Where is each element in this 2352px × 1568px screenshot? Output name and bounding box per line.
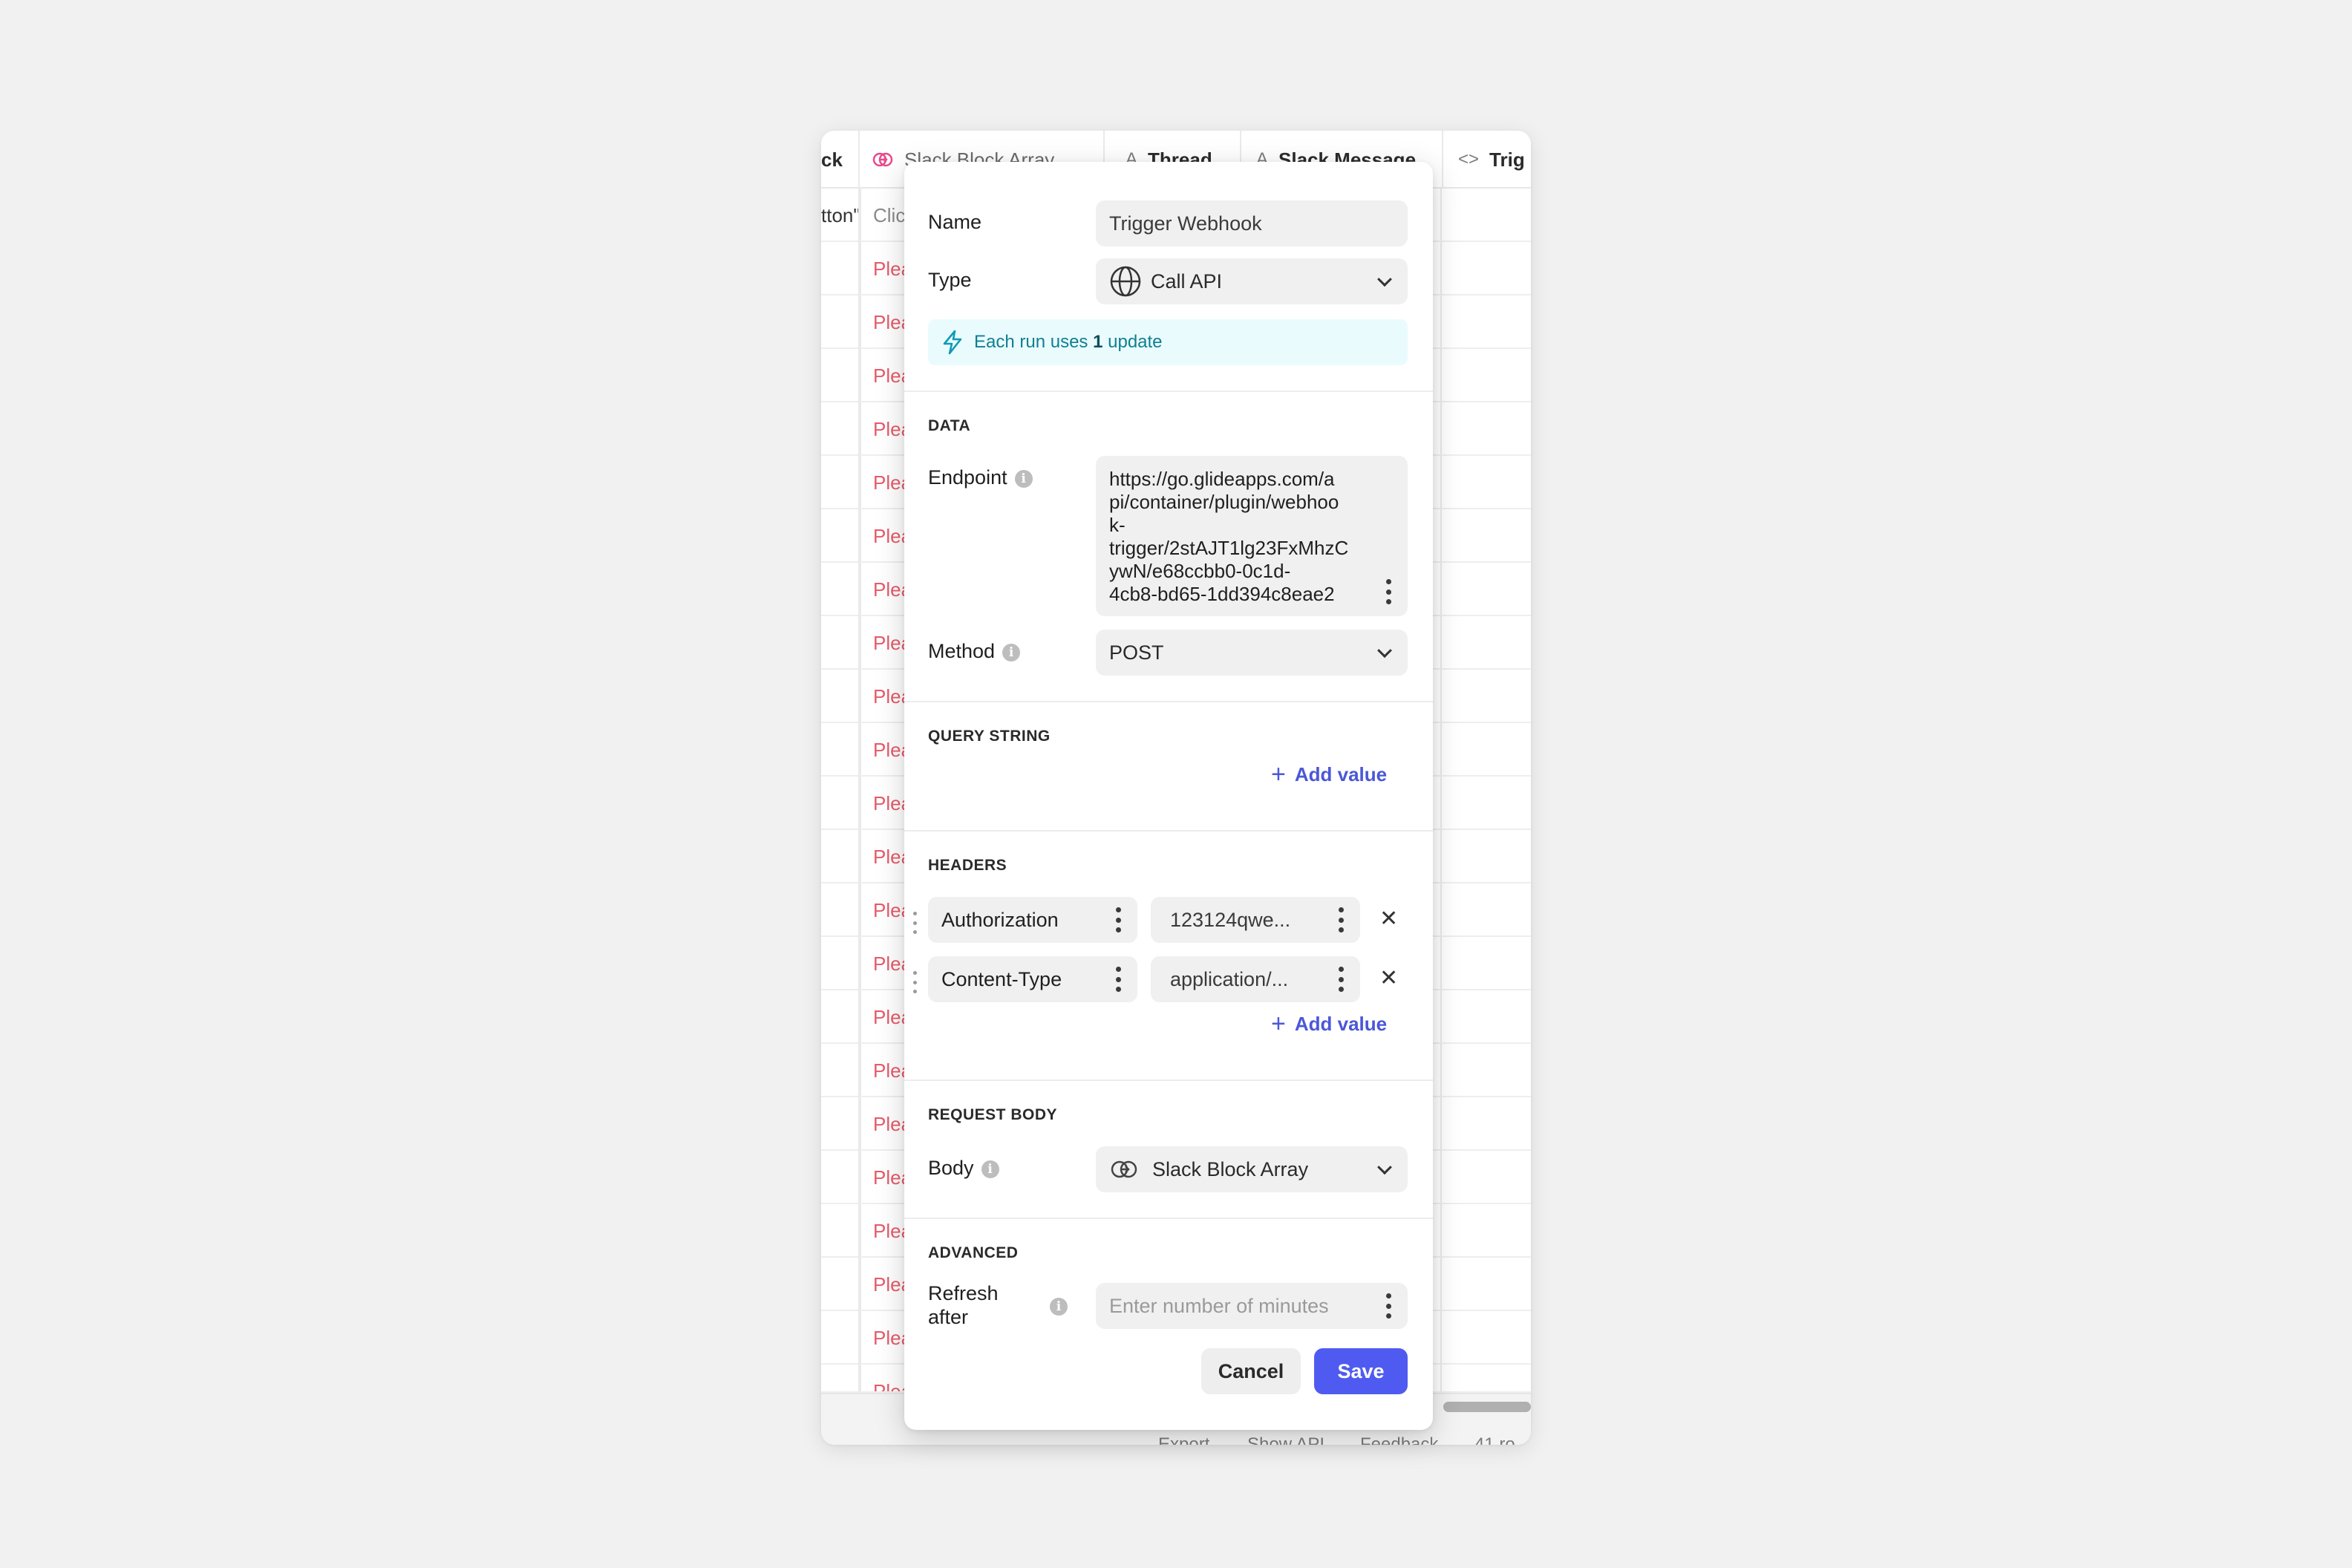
table-cell[interactable] xyxy=(821,456,860,509)
refresh-after-label: Refresh after xyxy=(928,1282,999,1328)
lightning-icon xyxy=(943,330,962,355)
more-options-icon[interactable] xyxy=(1338,967,1344,992)
table-cell[interactable] xyxy=(821,402,860,456)
table-cell[interactable] xyxy=(821,990,860,1044)
body-label: Body i xyxy=(928,1157,999,1180)
table-cell[interactable]: tton" xyxy=(821,189,860,242)
table-cell[interactable] xyxy=(821,1311,860,1365)
show-api-link[interactable]: Show API xyxy=(1247,1428,1324,1445)
header-value-input[interactable]: application/... xyxy=(1151,956,1360,1002)
endpoint-label: Endpoint i xyxy=(928,466,1033,489)
table-cell[interactable] xyxy=(821,1365,860,1391)
table-cell[interactable] xyxy=(821,616,860,670)
info-icon[interactable]: i xyxy=(1002,643,1021,662)
chevron-down-icon xyxy=(1377,1160,1392,1175)
table-cell[interactable] xyxy=(821,349,860,402)
refresh-minutes-input[interactable]: Enter number of minutes xyxy=(1096,1283,1408,1329)
call-api-dialog: Name Trigger Webhook Type Call API Each … xyxy=(904,162,1433,1430)
info-icon[interactable]: i xyxy=(1050,1298,1068,1316)
section-request-body-heading: REQUEST BODY xyxy=(928,1106,1058,1123)
header-key-input[interactable]: Authorization xyxy=(928,897,1137,943)
section-advanced-heading: ADVANCED xyxy=(928,1244,1019,1261)
add-header-value-button[interactable]: + Add value xyxy=(1271,1011,1387,1036)
more-options-icon[interactable] xyxy=(1115,967,1121,992)
chevron-down-icon xyxy=(1377,272,1392,287)
section-divider xyxy=(904,701,1433,702)
code-icon: <> xyxy=(1458,149,1480,169)
table-cell[interactable] xyxy=(821,670,860,723)
section-divider xyxy=(904,830,1433,832)
update-notice: Each run uses 1 update xyxy=(928,319,1408,365)
slack-array-icon xyxy=(1111,1160,1137,1178)
name-input[interactable]: Trigger Webhook xyxy=(1096,200,1408,246)
info-icon[interactable]: i xyxy=(981,1160,999,1178)
chevron-down-icon xyxy=(1377,643,1392,659)
method-select[interactable]: POST xyxy=(1096,630,1408,676)
body-select[interactable]: Slack Block Array xyxy=(1096,1146,1408,1192)
table-cell[interactable] xyxy=(821,563,860,616)
section-divider xyxy=(904,391,1433,392)
table-cell[interactable] xyxy=(821,1044,860,1097)
add-query-value-button[interactable]: + Add value xyxy=(1271,762,1387,787)
horizontal-scrollbar[interactable] xyxy=(1443,1402,1531,1412)
type-select[interactable]: Call API xyxy=(1096,258,1408,304)
table-cell[interactable] xyxy=(821,1258,860,1311)
drag-handle-icon[interactable] xyxy=(913,971,921,993)
table-cell[interactable] xyxy=(821,509,860,563)
remove-header-icon[interactable]: ✕ xyxy=(1379,965,1398,991)
section-divider xyxy=(904,1218,1433,1219)
row-count: 41 ro xyxy=(1474,1434,1515,1445)
table-cell[interactable] xyxy=(821,242,860,295)
more-options-icon[interactable] xyxy=(1115,907,1121,932)
more-options-icon[interactable] xyxy=(1385,579,1391,604)
export-link[interactable]: Export xyxy=(1158,1428,1209,1445)
section-headers-heading: HEADERS xyxy=(928,857,1007,874)
cancel-button[interactable]: Cancel xyxy=(1201,1348,1301,1394)
type-label: Type xyxy=(928,269,972,291)
table-cell[interactable] xyxy=(821,830,860,883)
remove-header-icon[interactable]: ✕ xyxy=(1379,906,1398,932)
section-data-heading: DATA xyxy=(928,417,971,434)
feedback-link[interactable]: Feedback xyxy=(1360,1428,1438,1445)
table-cell[interactable]: Clic xyxy=(873,189,905,242)
table-cell[interactable] xyxy=(821,723,860,777)
table-cell[interactable] xyxy=(821,937,860,990)
table-cell[interactable] xyxy=(821,295,860,349)
method-label: Method i xyxy=(928,640,1021,663)
table-cell[interactable] xyxy=(821,777,860,830)
table-cell[interactable] xyxy=(821,883,860,937)
plus-icon: + xyxy=(1271,760,1286,788)
section-divider xyxy=(904,1079,1433,1081)
header-key-input[interactable]: Content-Type xyxy=(928,956,1137,1002)
table-cell[interactable] xyxy=(821,1097,860,1151)
save-button[interactable]: Save xyxy=(1314,1348,1408,1394)
column-header-trigger[interactable]: <> Trig xyxy=(1443,131,1531,189)
endpoint-input[interactable]: https://go.glideapps.com/a pi/container/… xyxy=(1096,456,1408,616)
info-icon[interactable]: i xyxy=(1014,469,1033,488)
plus-icon: + xyxy=(1271,1010,1286,1038)
table-cell[interactable] xyxy=(821,1151,860,1204)
name-label: Name xyxy=(928,211,982,233)
more-options-icon[interactable] xyxy=(1338,907,1344,932)
slack-array-icon xyxy=(872,152,893,167)
more-options-icon[interactable] xyxy=(1385,1293,1391,1319)
column-header-partial[interactable]: ck xyxy=(821,131,860,189)
table-cell[interactable] xyxy=(821,1204,860,1258)
section-query-string-heading: QUERY STRING xyxy=(928,728,1051,745)
header-value-input[interactable]: 123124qwe... xyxy=(1151,897,1360,943)
drag-handle-icon[interactable] xyxy=(913,912,921,934)
globe-icon xyxy=(1110,266,1141,297)
